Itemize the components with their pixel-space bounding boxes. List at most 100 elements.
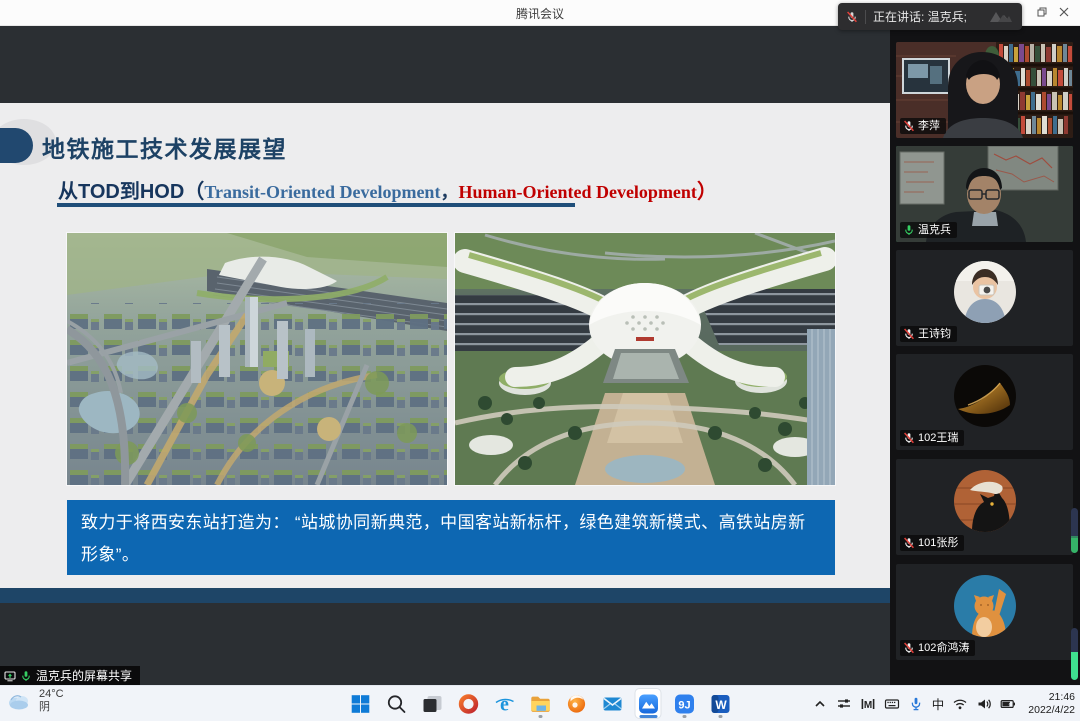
- participant-name-badge: 102王瑞: [900, 430, 964, 446]
- toast-divider: [865, 10, 866, 24]
- participant-tile-wangrui[interactable]: 102王瑞: [896, 354, 1073, 450]
- keyboard-icon: [884, 696, 900, 712]
- speaking-toast: 正在讲话: 温克兵;: [838, 3, 1022, 30]
- xian-east-station-rendering: [455, 233, 835, 485]
- slide-caption: 致力于将西安东站打造为： “站城协同新典范，中国客站新标杆，绿色建筑新模式、高铁…: [67, 500, 835, 575]
- speaking-toast-text: 正在讲话: 温克兵;: [873, 8, 967, 25]
- mic-muted-icon: [846, 11, 858, 23]
- audio-mixer-button[interactable]: [836, 695, 853, 712]
- participant-name: 李萍: [918, 119, 940, 133]
- close-button[interactable]: [1054, 3, 1074, 21]
- mail-app[interactable]: [599, 688, 626, 719]
- ime-m-icon: M: [860, 696, 876, 712]
- microphone-tray-button[interactable]: [908, 695, 925, 712]
- ime-tool-button[interactable]: M: [860, 695, 877, 712]
- participant-tile-zhangtong[interactable]: 101张彤: [896, 459, 1073, 555]
- cloudy-weather-icon: [6, 690, 32, 712]
- restore-button[interactable]: [1032, 3, 1052, 21]
- mail-icon: [600, 692, 624, 716]
- participant-tile-liping[interactable]: 李萍: [896, 42, 1073, 138]
- touch-keyboard-button[interactable]: [884, 695, 901, 712]
- tencent-docs-app[interactable]: 9J: [671, 688, 698, 719]
- tencent-docs-icon: 9J: [672, 692, 696, 716]
- panel-scrollbar-segment[interactable]: [1071, 508, 1078, 553]
- heading-tod: Transit-Oriented Development: [204, 182, 440, 202]
- desktop: 腾讯会议 正在讲话: 温克兵; 地铁施工技术发展展望: [0, 0, 1080, 720]
- word-app[interactable]: W: [707, 688, 734, 719]
- participant-name-badge: 温克兵: [900, 222, 957, 238]
- task-view-icon: [420, 692, 444, 716]
- battery-charging-icon: [1000, 696, 1016, 712]
- network-button[interactable]: [951, 695, 968, 712]
- battery-button[interactable]: [999, 695, 1016, 712]
- task-view-button[interactable]: [419, 688, 446, 719]
- system-tray: M 中 21:46 2022/4/22: [812, 686, 1075, 721]
- participant-tile-wenkebing[interactable]: 温克兵: [896, 146, 1073, 242]
- screen-share-banner-text: 温克兵的屏幕共享: [36, 667, 132, 684]
- participant-name-badge: 王诗钧: [900, 326, 957, 342]
- start-button[interactable]: [347, 688, 374, 719]
- participant-name: 温克兵: [918, 223, 951, 237]
- running-indicator: [718, 715, 722, 718]
- slide-heading: 从TOD到HOD（Transit-Oriented Development，Hu…: [58, 175, 717, 204]
- screen-share-banner: 温克兵的屏幕共享: [0, 666, 140, 685]
- speaker-icon: [976, 696, 992, 712]
- participant-name-badge: 李萍: [900, 118, 946, 134]
- active-app-indicator: [639, 715, 657, 718]
- mic-muted-icon: [903, 537, 915, 549]
- clock-date: 2022/4/22: [1028, 704, 1075, 717]
- word-icon: W: [708, 692, 732, 716]
- svg-text:e: e: [500, 693, 509, 715]
- taskbar: 24°C 阴 e: [0, 685, 1080, 721]
- search-button[interactable]: [383, 688, 410, 719]
- participant-name-badge: 102俞鸿涛: [900, 640, 975, 656]
- heading-suffix: ）: [697, 181, 717, 203]
- screen-share-icon: [4, 670, 16, 682]
- participant-name: 102俞鸿涛: [918, 641, 969, 655]
- participant-avatar: [954, 470, 1016, 532]
- taskbar-apps: e 9J W: [347, 686, 734, 721]
- svg-text:W: W: [715, 698, 727, 712]
- heading-comma: ，: [440, 182, 458, 202]
- tod-aerial-city-rendering: [67, 233, 447, 485]
- running-indicator: [538, 715, 542, 718]
- meeting-logo-icon: [988, 10, 1014, 24]
- svg-text:9J: 9J: [678, 699, 690, 711]
- weather-widget[interactable]: 24°C 阴: [6, 688, 64, 714]
- office-app[interactable]: [455, 688, 482, 719]
- input-language-indicator[interactable]: 中: [932, 694, 945, 713]
- participant-name-badge: 101张彤: [900, 535, 964, 551]
- panel-scrollbar-thumb[interactable]: [1071, 628, 1078, 680]
- weather-temperature: 24°C: [39, 688, 64, 701]
- mic-muted-icon: [903, 432, 915, 444]
- search-icon: [384, 692, 408, 716]
- participant-name: 101张彤: [918, 536, 958, 550]
- participant-avatar: [954, 261, 1016, 323]
- tencent-meeting-icon: [636, 692, 660, 716]
- shared-screen: 地铁施工技术发展展望 从TOD到HOD（Transit-Oriented Dev…: [0, 25, 890, 685]
- tencent-meeting-app[interactable]: [635, 688, 662, 719]
- browser-360-app[interactable]: [563, 688, 590, 719]
- show-hidden-icons-button[interactable]: [812, 695, 829, 712]
- browser-360-icon: [564, 692, 588, 716]
- participant-tile-wangshijun[interactable]: 王诗钧: [896, 250, 1073, 346]
- wifi-icon: [952, 696, 968, 712]
- mic-active-icon: [903, 224, 915, 236]
- participant-name: 102王瑞: [918, 431, 958, 445]
- clock-time: 21:46: [1028, 691, 1075, 704]
- presentation-slide: 地铁施工技术发展展望 从TOD到HOD（Transit-Oriented Dev…: [0, 103, 890, 603]
- running-indicator: [682, 715, 686, 718]
- slide-section-title: 地铁施工技术发展展望: [42, 130, 287, 164]
- participant-tile-yuhongtao[interactable]: 102俞鸿涛: [896, 564, 1073, 660]
- file-explorer-app[interactable]: [527, 688, 554, 719]
- browser-edge-app[interactable]: e: [491, 688, 518, 719]
- slide-bottom-bar: [0, 588, 890, 603]
- clock[interactable]: 21:46 2022/4/22: [1028, 691, 1075, 716]
- participant-avatar: [954, 575, 1016, 637]
- volume-button[interactable]: [975, 695, 992, 712]
- participant-name: 王诗钧: [918, 327, 951, 341]
- mic-active-icon: [20, 670, 32, 682]
- heading-underline: [57, 203, 575, 207]
- mic-muted-icon: [903, 328, 915, 340]
- mic-muted-icon: [903, 120, 915, 132]
